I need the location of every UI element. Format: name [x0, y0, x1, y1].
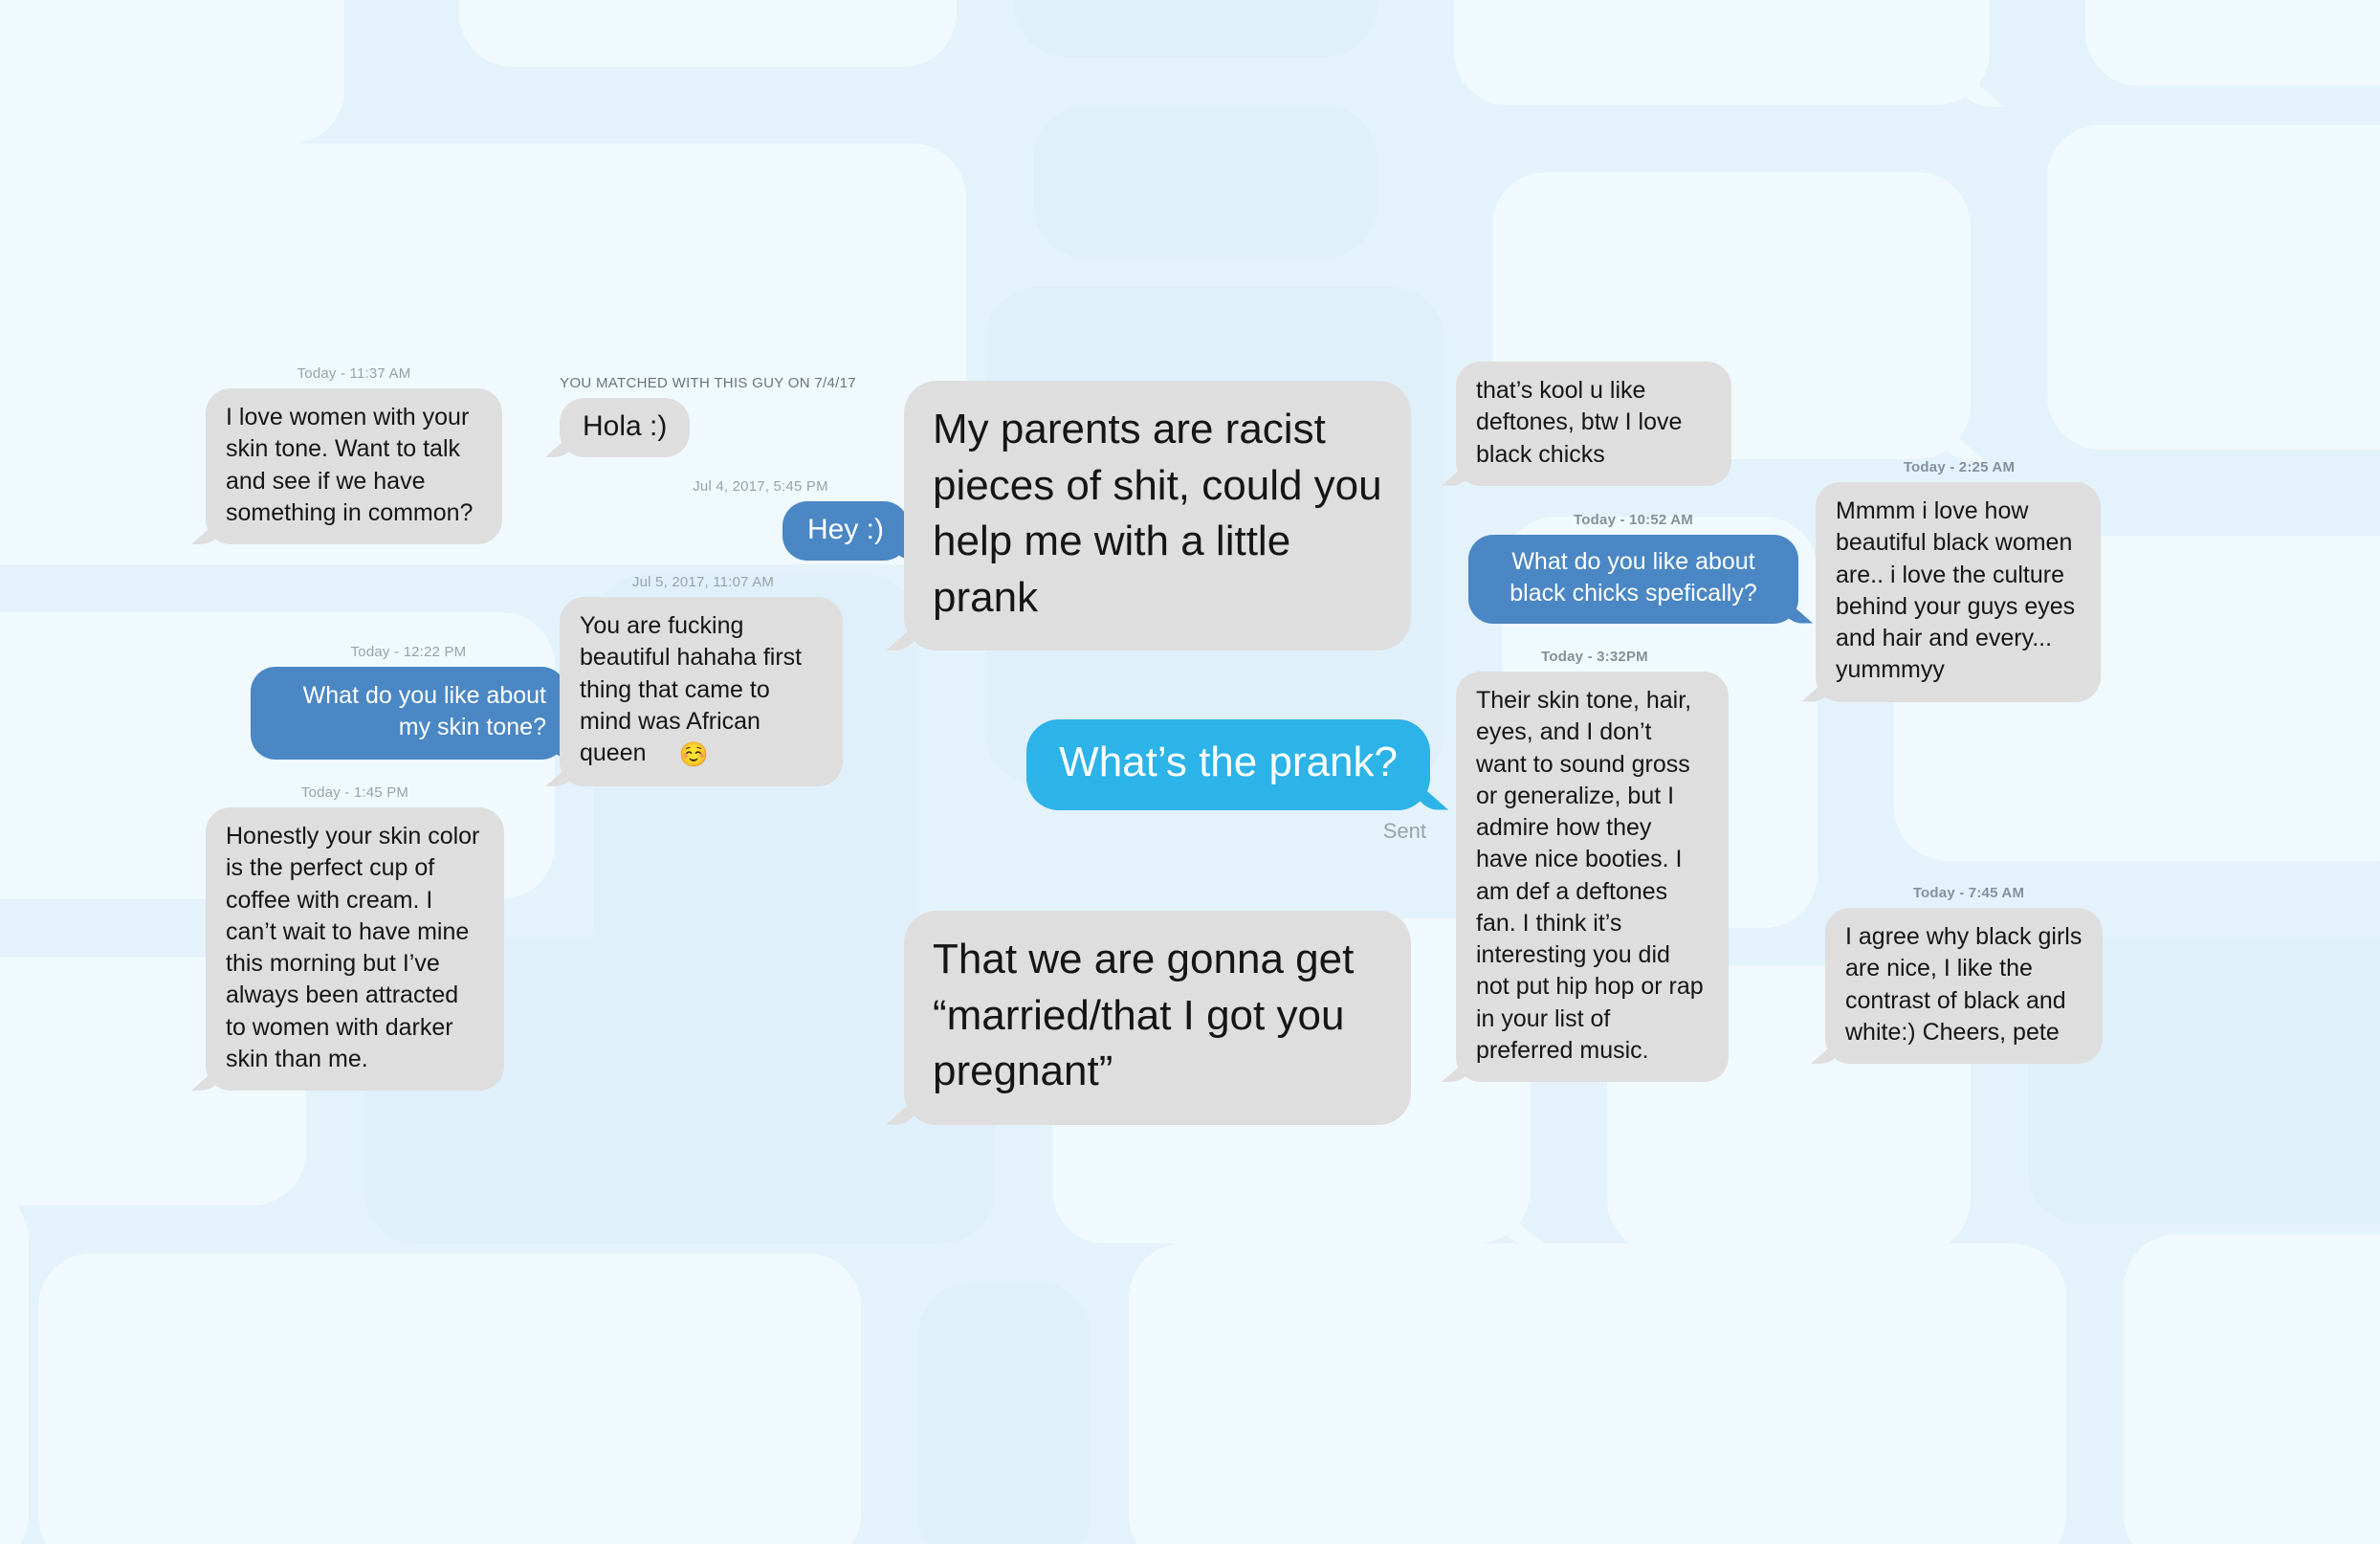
bubble-tail — [545, 429, 578, 457]
sent-status-label: Sent — [1382, 818, 1426, 843]
bubble-tail — [191, 516, 224, 544]
timestamp-332pm: Today - 3:32PM — [1541, 649, 1648, 665]
message-text: My parents are racist pieces of shit, co… — [933, 406, 1382, 621]
incoming-message-bubble[interactable]: Their skin tone, hair, eyes, and I don’t… — [1456, 672, 1729, 1082]
message-text: Honestly your skin color is the perfect … — [226, 823, 480, 1072]
bubble-tail — [886, 1089, 926, 1125]
incoming-message-bubble[interactable]: Honestly your skin color is the perfect … — [206, 807, 504, 1091]
thread-column-one-c: Today - 1:45 PM Honestly your skin color… — [206, 784, 504, 1091]
smiling-face-emoji: ☺️ — [678, 741, 709, 768]
timestamp-1052am: Today - 10:52 AM — [1574, 512, 1693, 528]
thread-column-five: Today - 2:25 AM Mmmm i love how beautifu… — [1816, 459, 2103, 702]
thread-column-two-c: Jul 5, 2017, 11:07 AM You are fucking be… — [560, 574, 847, 787]
outgoing-message-bubble[interactable]: What’s the prank? — [1026, 719, 1430, 810]
incoming-message-bubble[interactable]: You are fucking beautiful hahaha first t… — [560, 597, 843, 787]
timestamp-jul5: Jul 5, 2017, 11:07 AM — [631, 574, 775, 590]
timestamp-145pm: Today - 1:45 PM — [300, 784, 409, 801]
message-layer: Today - 11:37 AM I love women with your … — [0, 0, 2380, 1544]
thread-column-five-b: Today - 7:45 AM I agree why black girls … — [1825, 885, 2112, 1064]
thread-column-one-b: Today - 12:22 PM What do you like about … — [251, 644, 566, 760]
thread-column-three-b: What’s the prank? Sent — [971, 719, 1430, 844]
timestamp-1137am: Today - 11:37 AM — [297, 365, 411, 382]
message-text: Mmmm i love how beautiful black women ar… — [1836, 497, 2076, 684]
bubble-tail — [191, 1062, 224, 1091]
screenshot-canvas: Today - 11:37 AM I love women with your … — [0, 0, 2380, 1544]
incoming-message-bubble[interactable]: I love women with your skin tone. Want t… — [206, 388, 502, 544]
timestamp-1222pm: Today - 12:22 PM — [350, 644, 467, 660]
incoming-message-bubble[interactable]: I agree why black girls are nice, I like… — [1825, 908, 2103, 1064]
thread-column-three: My parents are racist pieces of shit, co… — [904, 381, 1411, 651]
incoming-message-bubble[interactable]: Mmmm i love how beautiful black women ar… — [1816, 482, 2101, 702]
match-banner: YOU MATCHED WITH THIS GUY ON 7/4/17 — [560, 375, 856, 391]
bubble-tail — [886, 614, 926, 651]
bubble-tail — [1801, 673, 1834, 702]
thread-column-four-b: Today - 10:52 AM What do you like about … — [1468, 512, 1798, 624]
message-text: That we are gonna get “married/that I go… — [933, 936, 1355, 1095]
message-text: I agree why black girls are nice, I like… — [1845, 923, 2082, 1046]
thread-column-one: Today - 11:37 AM I love women with your … — [206, 365, 502, 544]
bubble-tail — [1780, 595, 1813, 624]
incoming-message-bubble[interactable]: that’s kool u like deftones, btw I love … — [1456, 362, 1731, 486]
timestamp-225am: Today - 2:25 AM — [1903, 459, 2016, 475]
incoming-message-bubble[interactable]: My parents are racist pieces of shit, co… — [904, 381, 1411, 651]
timestamp-jul4: Jul 4, 2017, 5:45 PM — [693, 478, 828, 495]
outgoing-message-bubble[interactable]: What do you like about black chicks spef… — [1468, 535, 1798, 624]
message-text: Their skin tone, hair, eyes, and I don’t… — [1476, 687, 1704, 1064]
outgoing-message-bubble[interactable]: Hey :) — [782, 501, 909, 561]
message-text: What do you like about black chicks spef… — [1510, 548, 1757, 607]
message-text: I love women with your skin tone. Want t… — [226, 404, 474, 526]
message-text: Hey :) — [806, 514, 884, 545]
bubble-tail — [545, 758, 578, 786]
incoming-message-bubble[interactable]: Hola :) — [560, 398, 691, 457]
timestamp-745am: Today - 7:45 AM — [1912, 885, 2025, 901]
message-text: What’s the prank? — [1059, 739, 1398, 785]
thread-column-three-c: That we are gonna get “married/that I go… — [904, 911, 1411, 1125]
bubble-tail — [1408, 774, 1448, 810]
bubble-tail — [1442, 1053, 1474, 1082]
bubble-tail — [1811, 1035, 1843, 1064]
outgoing-message-bubble[interactable]: What do you like about my skin tone? — [251, 667, 566, 760]
message-text: What do you like about my skin tone? — [302, 682, 546, 741]
thread-column-four: that’s kool u like deftones, btw I love … — [1456, 362, 1733, 486]
message-text: that’s kool u like deftones, btw I love … — [1476, 377, 1683, 468]
bubble-tail — [1442, 457, 1474, 486]
thread-column-two: YOU MATCHED WITH THIS GUY ON 7/4/17 Hola… — [560, 375, 856, 457]
message-text: Hola :) — [583, 410, 668, 442]
thread-column-two-b: Jul 4, 2017, 5:45 PM Hey :) — [612, 478, 909, 561]
thread-column-four-c: Today - 3:32PM Their skin tone, hair, ey… — [1456, 649, 1733, 1082]
incoming-message-bubble[interactable]: That we are gonna get “married/that I go… — [904, 911, 1411, 1125]
